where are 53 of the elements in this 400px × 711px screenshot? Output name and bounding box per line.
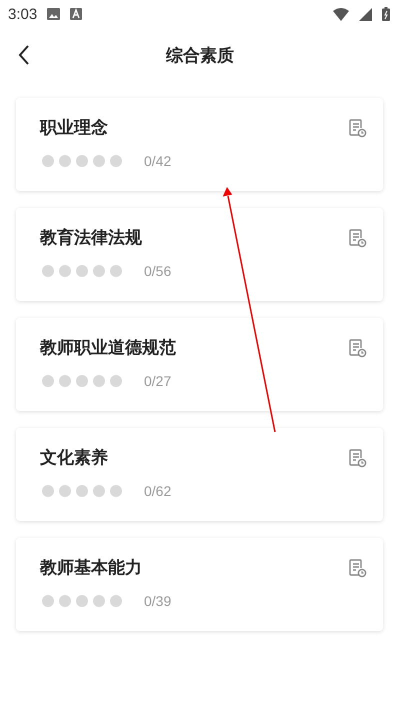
progress-dot xyxy=(110,155,122,167)
progress-dot xyxy=(76,375,88,387)
progress-dot xyxy=(59,485,71,497)
signal-icon xyxy=(359,8,372,20)
document-clock-icon[interactable] xyxy=(347,118,367,138)
category-title: 职业理念 xyxy=(40,117,108,139)
document-clock-icon[interactable] xyxy=(347,338,367,358)
document-clock-icon[interactable] xyxy=(347,558,367,578)
progress-dot xyxy=(42,265,54,277)
category-card[interactable]: 教师职业道德规范 0/27 xyxy=(16,318,383,411)
question-count: 0/56 xyxy=(144,263,172,279)
progress-dot xyxy=(93,485,105,497)
progress-dot xyxy=(110,375,122,387)
question-count: 0/39 xyxy=(144,593,172,609)
page-title: 综合素质 xyxy=(166,44,234,66)
category-card[interactable]: 文化素养 0/62 xyxy=(16,428,383,521)
question-count: 0/27 xyxy=(144,373,172,389)
progress-dot xyxy=(76,595,88,607)
document-clock-icon[interactable] xyxy=(347,448,367,468)
category-title: 教师基本能力 xyxy=(40,557,142,579)
progress-dot xyxy=(42,375,54,387)
progress-dot xyxy=(76,485,88,497)
progress-dot xyxy=(110,485,122,497)
question-count: 0/62 xyxy=(144,483,172,499)
battery-icon xyxy=(382,7,390,21)
progress-dot xyxy=(93,595,105,607)
progress-dot xyxy=(42,485,54,497)
back-icon[interactable] xyxy=(17,44,31,66)
category-title: 教育法律法规 xyxy=(40,227,142,249)
progress-dot xyxy=(59,595,71,607)
progress-dot xyxy=(93,155,105,167)
progress-dot xyxy=(93,265,105,277)
category-card[interactable]: 职业理念 0/42 xyxy=(16,98,383,191)
progress-dot xyxy=(59,155,71,167)
category-card[interactable]: 教育法律法规 0/56 xyxy=(16,208,383,301)
document-clock-icon[interactable] xyxy=(347,228,367,248)
category-title: 教师职业道德规范 xyxy=(40,337,176,359)
image-icon xyxy=(47,8,60,20)
question-count: 0/42 xyxy=(144,153,172,169)
wifi-icon xyxy=(333,8,349,20)
progress-dot xyxy=(59,375,71,387)
category-title: 文化素养 xyxy=(40,447,108,469)
text-icon xyxy=(70,8,82,20)
progress-dot xyxy=(110,265,122,277)
progress-dot xyxy=(42,155,54,167)
category-card[interactable]: 教师基本能力 0/39 xyxy=(16,538,383,631)
progress-dot xyxy=(76,155,88,167)
progress-dot xyxy=(59,265,71,277)
progress-dot xyxy=(110,595,122,607)
progress-dot xyxy=(93,375,105,387)
status-time: 3:03 xyxy=(8,6,38,22)
progress-dot xyxy=(76,265,88,277)
progress-dot xyxy=(42,595,54,607)
